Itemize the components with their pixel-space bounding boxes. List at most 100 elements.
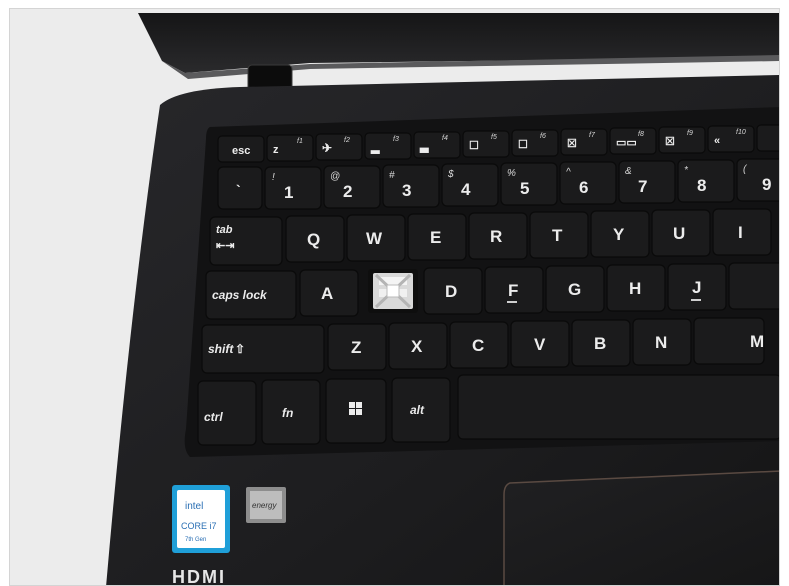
missing-key-s <box>368 269 418 313</box>
key-e[interactable]: E <box>407 213 467 261</box>
key-w[interactable]: W <box>346 214 406 262</box>
key-f3-label: f3 <box>393 136 399 143</box>
key-r[interactable]: R <box>468 212 528 260</box>
brightness-up-icon: ☐ <box>518 139 528 151</box>
key-f8[interactable]: ▭▭f8 <box>609 127 657 155</box>
key-x[interactable]: X <box>388 322 448 370</box>
key-c[interactable]: C <box>449 321 509 369</box>
modifier-row: ctrl fn alt <box>197 374 780 446</box>
key-6-label: 6 <box>579 178 588 197</box>
key-1[interactable]: !1 <box>264 166 322 210</box>
key-shift-label: shift <box>208 342 234 356</box>
key-y[interactable]: Y <box>590 210 650 258</box>
key-f5[interactable]: ☐ f5 <box>462 130 510 158</box>
key-9-label: 9 <box>762 175 771 194</box>
key-f1-label: f1 <box>297 138 303 145</box>
key-i-label: I <box>738 223 743 242</box>
key-g[interactable]: G <box>545 265 605 313</box>
key-windows[interactable] <box>325 378 387 444</box>
key-alt-label: alt <box>410 403 425 417</box>
key-alt[interactable]: alt <box>391 377 451 443</box>
intel-sticker: intel CORE i7 7th Gen <box>172 485 230 553</box>
key-tab-label: tab <box>216 224 233 236</box>
key-f2[interactable]: ✈ f2 <box>315 133 363 161</box>
display-off-icon: ☒ <box>567 138 577 150</box>
key-grave[interactable]: ` <box>217 166 263 210</box>
key-4-shift: $ <box>447 169 454 180</box>
key-a[interactable]: A <box>299 269 359 317</box>
key-x-label: X <box>411 337 423 356</box>
key-z[interactable]: Z <box>327 323 387 371</box>
key-f4[interactable]: ▃ f4 <box>413 131 461 159</box>
key-5-shift: % <box>507 168 516 179</box>
key-f9[interactable]: ☒ f9 <box>658 126 706 154</box>
key-tab[interactable]: tab ⇤⇥ <box>209 216 283 266</box>
key-a-label: A <box>321 284 333 303</box>
key-4-label: 4 <box>461 180 471 199</box>
hdmi-logo: HDMI <box>172 567 226 586</box>
key-f3[interactable]: ▂ f3 <box>364 132 412 160</box>
key-7[interactable]: &7 <box>618 160 676 204</box>
key-1-shift: ! <box>272 172 275 183</box>
key-f7[interactable]: ☒f7 <box>560 128 608 156</box>
key-esc-label: esc <box>232 145 250 157</box>
key-n[interactable]: N <box>632 318 692 366</box>
key-f1[interactable]: z f1 <box>266 134 314 162</box>
key-space[interactable] <box>457 374 780 440</box>
mute-icon: « <box>714 135 720 147</box>
airplane-icon: ✈ <box>322 141 332 155</box>
key-fn[interactable]: fn <box>261 379 321 445</box>
key-9[interactable]: (9 <box>736 158 780 202</box>
energy-star-sticker: energy <box>246 487 286 523</box>
key-esc[interactable]: esc <box>217 135 265 163</box>
key-f11[interactable] <box>756 124 780 152</box>
projection-icon: ▭▭ <box>616 137 637 149</box>
key-sleep-label: z <box>273 144 279 156</box>
key-grave-label: ` <box>236 182 241 198</box>
key-f10[interactable]: « f10 <box>707 125 755 153</box>
key-m[interactable]: M <box>693 317 765 365</box>
key-6[interactable]: ^6 <box>559 161 617 205</box>
intel-gen: 7th Gen <box>185 537 206 543</box>
brightness-down-icon: ☐ <box>469 140 479 152</box>
key-u[interactable]: U <box>651 209 711 257</box>
key-h[interactable]: H <box>606 264 666 312</box>
key-f2-label: f2 <box>344 137 350 144</box>
key-d[interactable]: D <box>423 267 483 315</box>
key-e-label: E <box>430 228 441 247</box>
key-4[interactable]: $4 <box>441 163 499 207</box>
key-3[interactable]: #3 <box>382 164 440 208</box>
key-5[interactable]: %5 <box>500 162 558 206</box>
key-6-shift: ^ <box>566 167 571 178</box>
key-f4-label: f4 <box>442 135 448 142</box>
key-j-label: J <box>692 278 701 297</box>
key-2[interactable]: @2 <box>323 165 381 209</box>
home-bump <box>691 299 701 301</box>
touchpad <box>503 470 779 585</box>
key-t[interactable]: T <box>529 211 589 259</box>
key-h-label: H <box>629 279 641 298</box>
key-f8-label: f8 <box>638 131 644 138</box>
key-shift[interactable]: shift ⇧ <box>201 324 325 374</box>
key-f9-label: f9 <box>687 130 693 137</box>
home-row: caps lock A D F G H J <box>205 262 780 320</box>
key-ctrl[interactable]: ctrl <box>197 380 257 446</box>
key-f-label: F <box>508 281 518 300</box>
key-v[interactable]: V <box>510 320 570 368</box>
kbd-backlight-down-icon: ▂ <box>370 142 380 154</box>
kbd-backlight-up-icon: ▃ <box>419 141 429 153</box>
photo-frame: esc z f1 ✈ f2 ▂ f3 ▃ f4 ☐ f5 ☐ f6 ☒ f7 ▭▭ f8 ☒ f9… <box>9 8 780 586</box>
key-i[interactable]: I <box>712 208 772 256</box>
key-f6[interactable]: ☐ f6 <box>511 129 559 157</box>
key-u-label: U <box>673 224 685 243</box>
key-8[interactable]: *8 <box>677 159 735 203</box>
key-7-shift: & <box>625 166 632 177</box>
key-q[interactable]: Q <box>285 215 345 263</box>
key-f[interactable]: F <box>484 266 544 314</box>
key-caps-lock[interactable]: caps lock <box>205 270 297 320</box>
key-b[interactable]: B <box>571 319 631 367</box>
home-bump <box>507 301 517 303</box>
hdmi-label: HDMI <box>172 567 226 586</box>
key-j[interactable]: J <box>667 263 727 311</box>
key-k[interactable] <box>728 262 780 310</box>
